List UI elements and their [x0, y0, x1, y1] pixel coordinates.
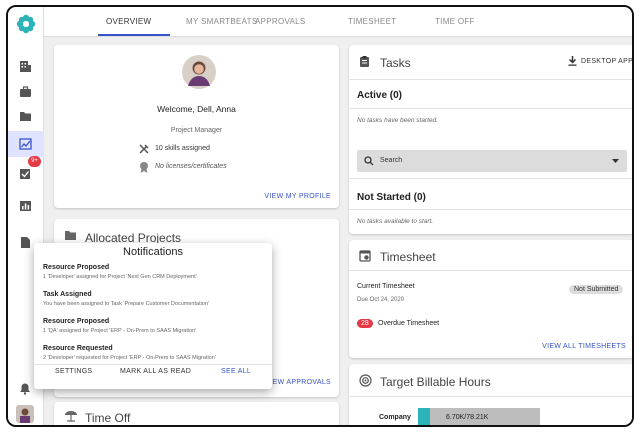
active-tasks-heading: Active (0) [357, 90, 403, 101]
billable-hours-title: Target Billable Hours [380, 375, 491, 389]
search-label: Search [380, 157, 403, 164]
job-role: Project Manager [170, 127, 223, 134]
tab-my-smartbeats[interactable]: MY SMARTBEATS [186, 17, 257, 26]
tab-time-off[interactable]: TIME OFF [435, 17, 475, 26]
dashboard-chart-icon[interactable] [16, 135, 34, 153]
tab-overview[interactable]: OVERVIEW [106, 17, 151, 26]
notification-item[interactable]: Resource Requested 2 'Developer' request… [43, 345, 216, 361]
status-badge: Not Submitted [569, 285, 624, 294]
download-icon[interactable] [568, 56, 577, 66]
tasks-card: Tasks DESKTOP APP Active (0) No tasks ha… [349, 45, 632, 234]
tab-approvals[interactable]: APPROVALS [255, 17, 306, 26]
time-off-title: Time Off [85, 411, 131, 425]
briefcase-icon[interactable] [16, 83, 34, 101]
target-icon [359, 374, 372, 387]
tasks-title: Tasks [380, 56, 411, 70]
divider [349, 79, 632, 80]
notification-detail: 1 'QA' assigned for Project 'ERP - On-Pr… [43, 328, 197, 334]
target-billable-hours-card: Target Billable Hours Company 6.70K/78.2… [349, 364, 632, 425]
settings-button[interactable]: SETTINGS [55, 368, 92, 375]
task-search-dropdown[interactable]: Search [357, 150, 627, 172]
folder-icon [65, 231, 76, 240]
notification-detail: 1 'Developer' assigned for Project 'Next… [43, 274, 197, 280]
timesheet-title: Timesheet [380, 250, 436, 264]
notification-detail: 2 'Developer' requested for Project 'ERP… [43, 355, 216, 361]
divider [349, 396, 632, 397]
overdue-timesheet-label: Overdue Timesheet [378, 320, 440, 327]
timesheet-due-date: Due Oct 24, 2020 [357, 297, 405, 303]
billable-progress-track: 6.70K/78.21K [418, 408, 540, 425]
notification-title: Resource Proposed [43, 318, 110, 325]
bell-icon[interactable] [16, 379, 34, 397]
active-tab-indicator [98, 34, 170, 36]
notification-item[interactable]: Resource Proposed 1 'QA' assigned for Pr… [43, 318, 196, 334]
billable-progress-fill [418, 408, 431, 425]
app-logo-icon[interactable] [15, 13, 37, 35]
folder-icon[interactable] [16, 107, 34, 125]
not-started-heading: Not Started (0) [357, 192, 426, 203]
licenses-text: No licenses/certificates [155, 163, 227, 170]
notifications-title: Notifications [123, 246, 183, 258]
top-navigation: OVERVIEW MY SMARTBEATS APPROVALS TIMESHE… [44, 7, 632, 37]
tools-icon [139, 144, 149, 154]
popover-divider [34, 364, 272, 365]
not-started-empty-text: No tasks available to start. [357, 218, 434, 225]
divider [349, 178, 632, 179]
view-approvals-link[interactable]: VIEW APPROVALS [265, 379, 331, 386]
divider [349, 270, 632, 271]
document-icon[interactable] [16, 233, 34, 251]
notification-detail: You have been assigned to Task 'Prepare … [43, 301, 209, 307]
view-all-timesheets-link[interactable]: VIEW ALL TIMESHEETS [542, 343, 626, 350]
time-off-card: Time Off [54, 402, 339, 425]
active-empty-text: No tasks have been started. [357, 117, 438, 124]
approval-check-icon[interactable] [16, 165, 34, 183]
app-window: 9+ OVERVIEW MY SMARTBEATS APPROVALS TIME… [6, 5, 634, 427]
search-icon [364, 156, 374, 166]
certificate-badge-icon [140, 162, 148, 173]
notification-title: Resource Requested [43, 345, 113, 352]
profile-card: Welcome, Dell, Anna Project Manager 10 s… [54, 45, 339, 208]
bar-chart-icon[interactable] [16, 197, 34, 215]
divider [349, 108, 632, 109]
mark-all-read-button[interactable]: MARK ALL AS READ [120, 368, 191, 375]
overdue-count-badge: 28 [357, 319, 373, 328]
notification-title: Resource Proposed [43, 264, 110, 271]
notifications-popover: Notifications Resource Proposed 1 'Devel… [34, 243, 272, 389]
building-icon[interactable] [16, 57, 34, 75]
billable-progress-value: 6.70K/78.21K [446, 414, 489, 421]
profile-avatar[interactable] [182, 55, 216, 89]
view-my-profile-link[interactable]: VIEW MY PROFILE [264, 193, 331, 200]
welcome-text: Welcome, Dell, Anna [157, 104, 236, 114]
calendar-clock-icon [359, 250, 371, 262]
skills-count: 10 skills assigned [155, 145, 210, 152]
beach-umbrella-icon [65, 411, 77, 422]
notification-count-badge: 9+ [28, 156, 41, 167]
timesheet-card: Timesheet Current Timesheet Due Oct 24, … [349, 240, 632, 358]
clipboard-icon [360, 56, 369, 67]
billable-row-label: Company [379, 414, 411, 421]
user-avatar-icon[interactable] [15, 405, 35, 423]
notification-item[interactable]: Task Assigned You have been assigned to … [43, 291, 209, 307]
desktop-app-button[interactable]: DESKTOP APP [581, 58, 632, 65]
notification-item[interactable]: Resource Proposed 1 'Developer' assigned… [43, 264, 197, 280]
chevron-down-icon [612, 159, 619, 163]
see-all-button[interactable]: SEE ALL [221, 368, 251, 375]
notification-title: Task Assigned [43, 291, 92, 298]
current-timesheet-label: Current Timesheet [357, 283, 415, 290]
tab-timesheet[interactable]: TIMESHEET [348, 17, 396, 26]
divider [349, 209, 632, 210]
